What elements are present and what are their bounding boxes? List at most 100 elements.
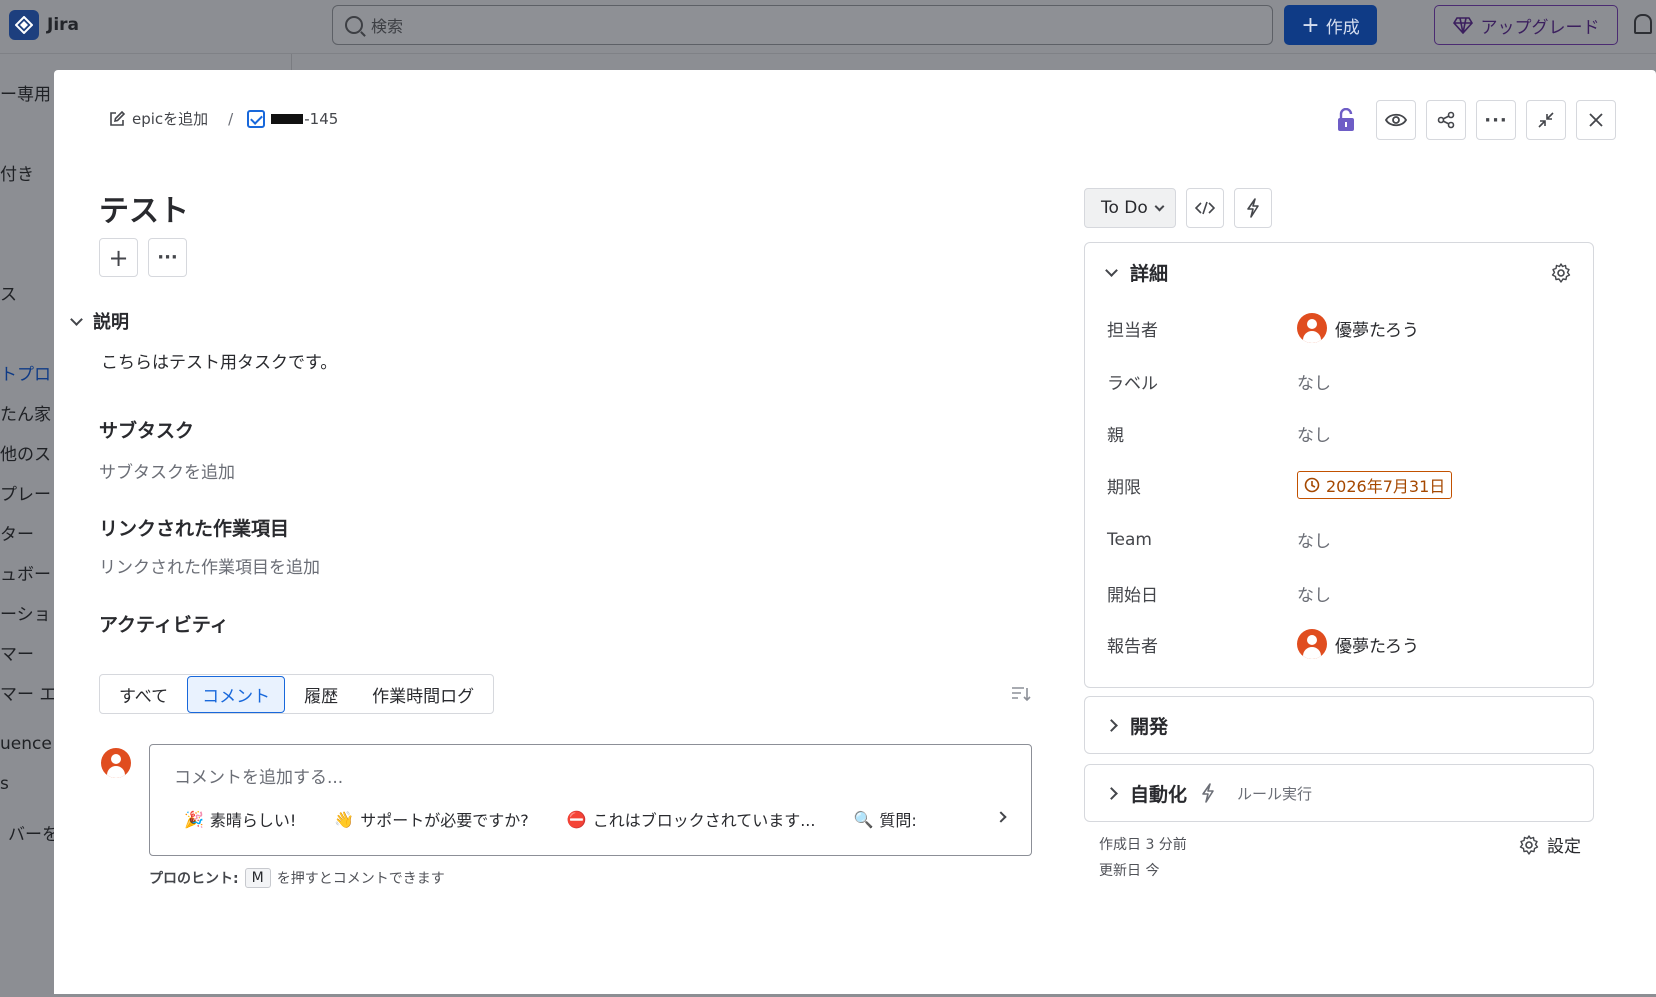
- add-button[interactable]: +: [99, 238, 138, 277]
- quick-reply-blocked[interactable]: ⛔ これはブロックされています...: [567, 807, 816, 831]
- field-assignee[interactable]: 担当者 優夢たろう: [1107, 313, 1573, 343]
- tab-all[interactable]: すべて: [104, 676, 183, 713]
- created-date: 作成日 3 分前: [1099, 837, 1187, 853]
- tab-worklog[interactable]: 作業時間ログ: [357, 676, 489, 713]
- create-label: 作成: [1325, 17, 1360, 38]
- sidebar-item[interactable]: 付き: [0, 160, 34, 185]
- avatar: [1297, 313, 1327, 343]
- sidebar-item[interactable]: ュボー: [0, 560, 51, 585]
- automation-panel[interactable]: 自動化 ルール実行: [1084, 764, 1594, 822]
- issue-title[interactable]: テスト: [99, 186, 189, 230]
- field-labels[interactable]: ラベル なし: [1107, 369, 1573, 394]
- sidebar-item[interactable]: 他のス: [0, 440, 51, 465]
- field-value: なし: [1297, 586, 1331, 606]
- dev-button[interactable]: [1185, 188, 1224, 228]
- issue-key-link[interactable]: -145: [247, 109, 338, 128]
- sidebar-item[interactable]: ス: [0, 280, 17, 305]
- add-subtask-link[interactable]: サブタスクを追加: [99, 458, 235, 483]
- search-icon: [345, 16, 363, 34]
- sidebar-item[interactable]: ター: [0, 520, 34, 545]
- add-epic-link[interactable]: epicを追加: [108, 108, 208, 129]
- wave-icon: 👋: [334, 809, 355, 829]
- sidebar-item[interactable]: たん家: [0, 400, 51, 425]
- quick-reply-great[interactable]: 🎉 素晴らしい!: [184, 807, 296, 831]
- field-value: 優夢たろう: [1297, 313, 1419, 343]
- description-body[interactable]: こちらはテスト用タスクです。: [101, 348, 337, 373]
- comment-input[interactable]: コメントを追加する... 🎉 素晴らしい! 👋 サポートが必要ですか? ⛔ これはブロ…: [149, 744, 1032, 856]
- sidebar-item[interactable]: ーショ: [0, 600, 51, 625]
- share-button[interactable]: [1426, 100, 1466, 140]
- minimize-button[interactable]: [1526, 100, 1566, 140]
- gem-icon: [1452, 17, 1473, 34]
- pro-tip: プロのヒント: M を押すとコメントできます: [149, 868, 445, 888]
- quick-replies: 🎉 素晴らしい! 👋 サポートが必要ですか? ⛔ これはブロックされています... 🔍…: [184, 807, 984, 831]
- sidebar-item[interactable]: バーを: [8, 820, 59, 845]
- quick-reply-label: 素晴らしい!: [209, 811, 297, 830]
- field-value: なし: [1297, 426, 1331, 446]
- sidebar: ー専用 付き ス トプロ たん家 他のス プレー ター ュボー ーショ マー マ…: [0, 54, 59, 997]
- description-toggle[interactable]: 説明: [70, 308, 129, 334]
- field-parent[interactable]: 親 なし: [1107, 421, 1573, 446]
- chevron-right-icon[interactable]: [995, 811, 1007, 823]
- due-date: 2026年7月31日: [1326, 477, 1446, 496]
- details-toggle[interactable]: 詳細: [1105, 259, 1168, 286]
- subtasks-heading: サブタスク: [99, 420, 195, 442]
- current-user-avatar: [101, 748, 131, 778]
- field-label: Team: [1107, 529, 1152, 550]
- field-due-date[interactable]: 期限 2026年7月31日: [1107, 471, 1573, 499]
- reporter-name: 優夢たろう: [1335, 636, 1419, 657]
- search-placeholder: 検索: [371, 17, 404, 36]
- create-button[interactable]: + 作成: [1284, 5, 1377, 45]
- field-start-date[interactable]: 開始日 なし: [1107, 581, 1573, 606]
- notification-bell-icon[interactable]: [1634, 14, 1652, 34]
- chevron-down-icon: [1105, 264, 1118, 277]
- updated-date: 更新日 今: [1099, 863, 1160, 879]
- app-name: Jira: [47, 15, 80, 35]
- field-team[interactable]: Team なし: [1107, 527, 1573, 553]
- redacted-project-key: [271, 113, 304, 124]
- status-dropdown[interactable]: To Do: [1084, 188, 1176, 228]
- sidebar-item[interactable]: uence: [0, 734, 52, 754]
- field-value: なし: [1297, 374, 1331, 394]
- sidebar-item[interactable]: ー専用: [0, 80, 51, 105]
- field-label: 担当者: [1107, 320, 1158, 341]
- lightning-icon: [1202, 783, 1214, 803]
- sidebar-item[interactable]: s: [0, 774, 9, 794]
- breadcrumb: epicを追加 / -145: [108, 108, 338, 129]
- sidebar-item[interactable]: マー: [0, 640, 34, 665]
- more-actions-button[interactable]: ···: [1476, 100, 1516, 140]
- sidebar-item-active[interactable]: トプロ: [0, 360, 51, 385]
- sidebar-item[interactable]: マー エ: [0, 680, 56, 705]
- status-toolbar: To Do: [1084, 188, 1272, 228]
- title-more-button[interactable]: ···: [148, 238, 187, 277]
- quick-reply-help[interactable]: 👋 サポートが必要ですか?: [334, 807, 528, 831]
- status-label: To Do: [1101, 198, 1148, 218]
- tab-history[interactable]: 履歴: [289, 676, 353, 713]
- unlock-icon[interactable]: [1326, 100, 1366, 140]
- breadcrumb-separator: /: [228, 109, 234, 128]
- field-reporter[interactable]: 報告者 優夢たろう: [1107, 629, 1573, 659]
- tab-comments[interactable]: コメント: [187, 675, 286, 713]
- close-button[interactable]: [1576, 100, 1616, 140]
- add-epic-label: epicを追加: [132, 110, 209, 128]
- gear-icon[interactable]: [1551, 263, 1571, 283]
- development-panel[interactable]: 開発: [1084, 696, 1594, 754]
- issue-modal: epicを追加 / -145 ··· テスト + ··· 説明 こちらはテスト用…: [54, 70, 1656, 994]
- share-icon: [1437, 111, 1455, 129]
- quick-reply-question[interactable]: 🔍 質問:: [853, 807, 916, 831]
- watch-button[interactable]: [1376, 100, 1416, 140]
- quick-reply-label: サポートが必要ですか?: [360, 811, 529, 830]
- automation-button[interactable]: [1233, 188, 1272, 228]
- lightning-icon: [1246, 198, 1259, 218]
- jira-logo[interactable]: Jira: [9, 10, 79, 40]
- more-icon: ···: [157, 247, 178, 268]
- settings-button[interactable]: 設定: [1519, 832, 1581, 857]
- sidebar-item[interactable]: プレー: [0, 480, 51, 505]
- add-linked-item-link[interactable]: リンクされた作業項目を追加: [99, 553, 320, 578]
- search-input[interactable]: 検索: [332, 5, 1273, 45]
- automation-heading: 自動化: [1130, 783, 1188, 806]
- sort-icon[interactable]: [1010, 684, 1032, 704]
- linked-items-heading: リンクされた作業項目: [99, 518, 290, 540]
- upgrade-button[interactable]: アップグレード: [1434, 5, 1618, 45]
- party-icon: 🎉: [184, 809, 204, 829]
